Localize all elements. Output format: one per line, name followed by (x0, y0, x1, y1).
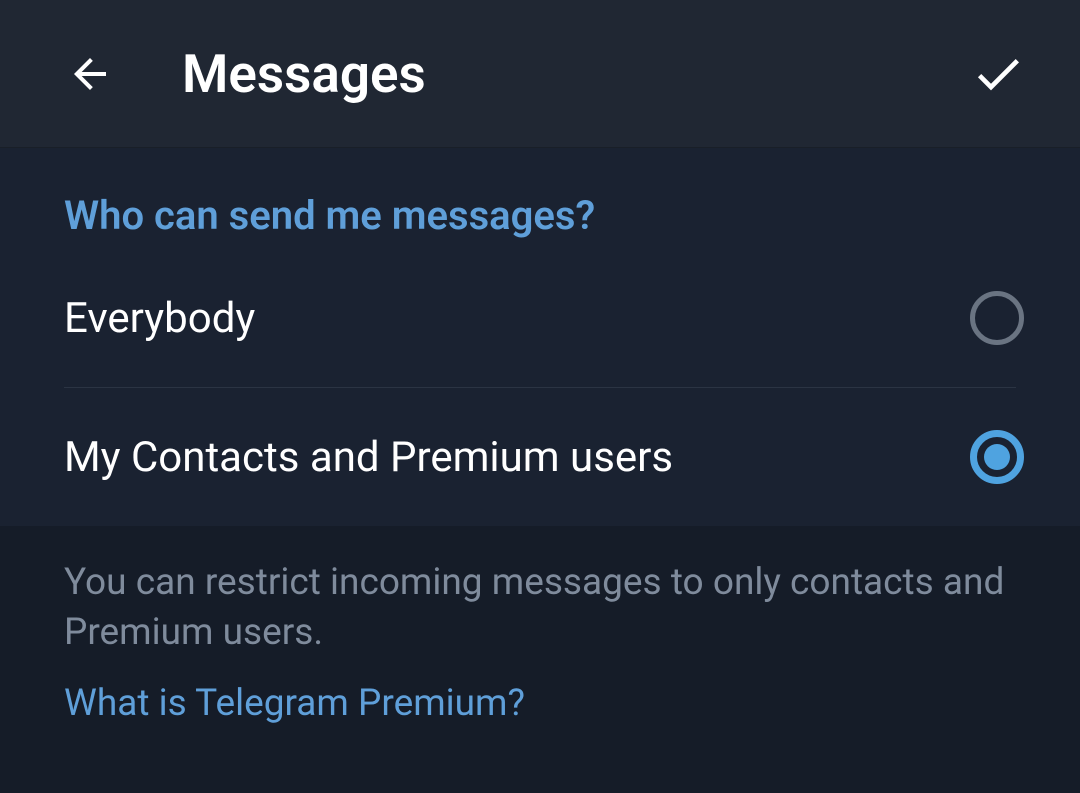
confirm-button[interactable] (968, 44, 1028, 104)
settings-section: Who can send me messages? Everybody My C… (0, 148, 1080, 526)
premium-info-link[interactable]: What is Telegram Premium? (64, 682, 1016, 725)
description-text: You can restrict incoming messages to on… (64, 558, 1016, 658)
option-label: Everybody (64, 294, 255, 343)
option-contacts-premium[interactable]: My Contacts and Premium users (0, 388, 1080, 526)
radio-selected-icon (970, 430, 1024, 484)
section-title: Who can send me messages? (0, 192, 1080, 239)
back-button[interactable] (60, 44, 120, 104)
option-everybody[interactable]: Everybody (0, 249, 1080, 387)
check-icon (970, 46, 1026, 102)
footer: You can restrict incoming messages to on… (0, 526, 1080, 725)
page-title: Messages (182, 43, 968, 105)
header: Messages (0, 0, 1080, 148)
radio-unselected-icon (970, 291, 1024, 345)
arrow-left-icon (66, 50, 114, 98)
option-label: My Contacts and Premium users (64, 433, 673, 482)
